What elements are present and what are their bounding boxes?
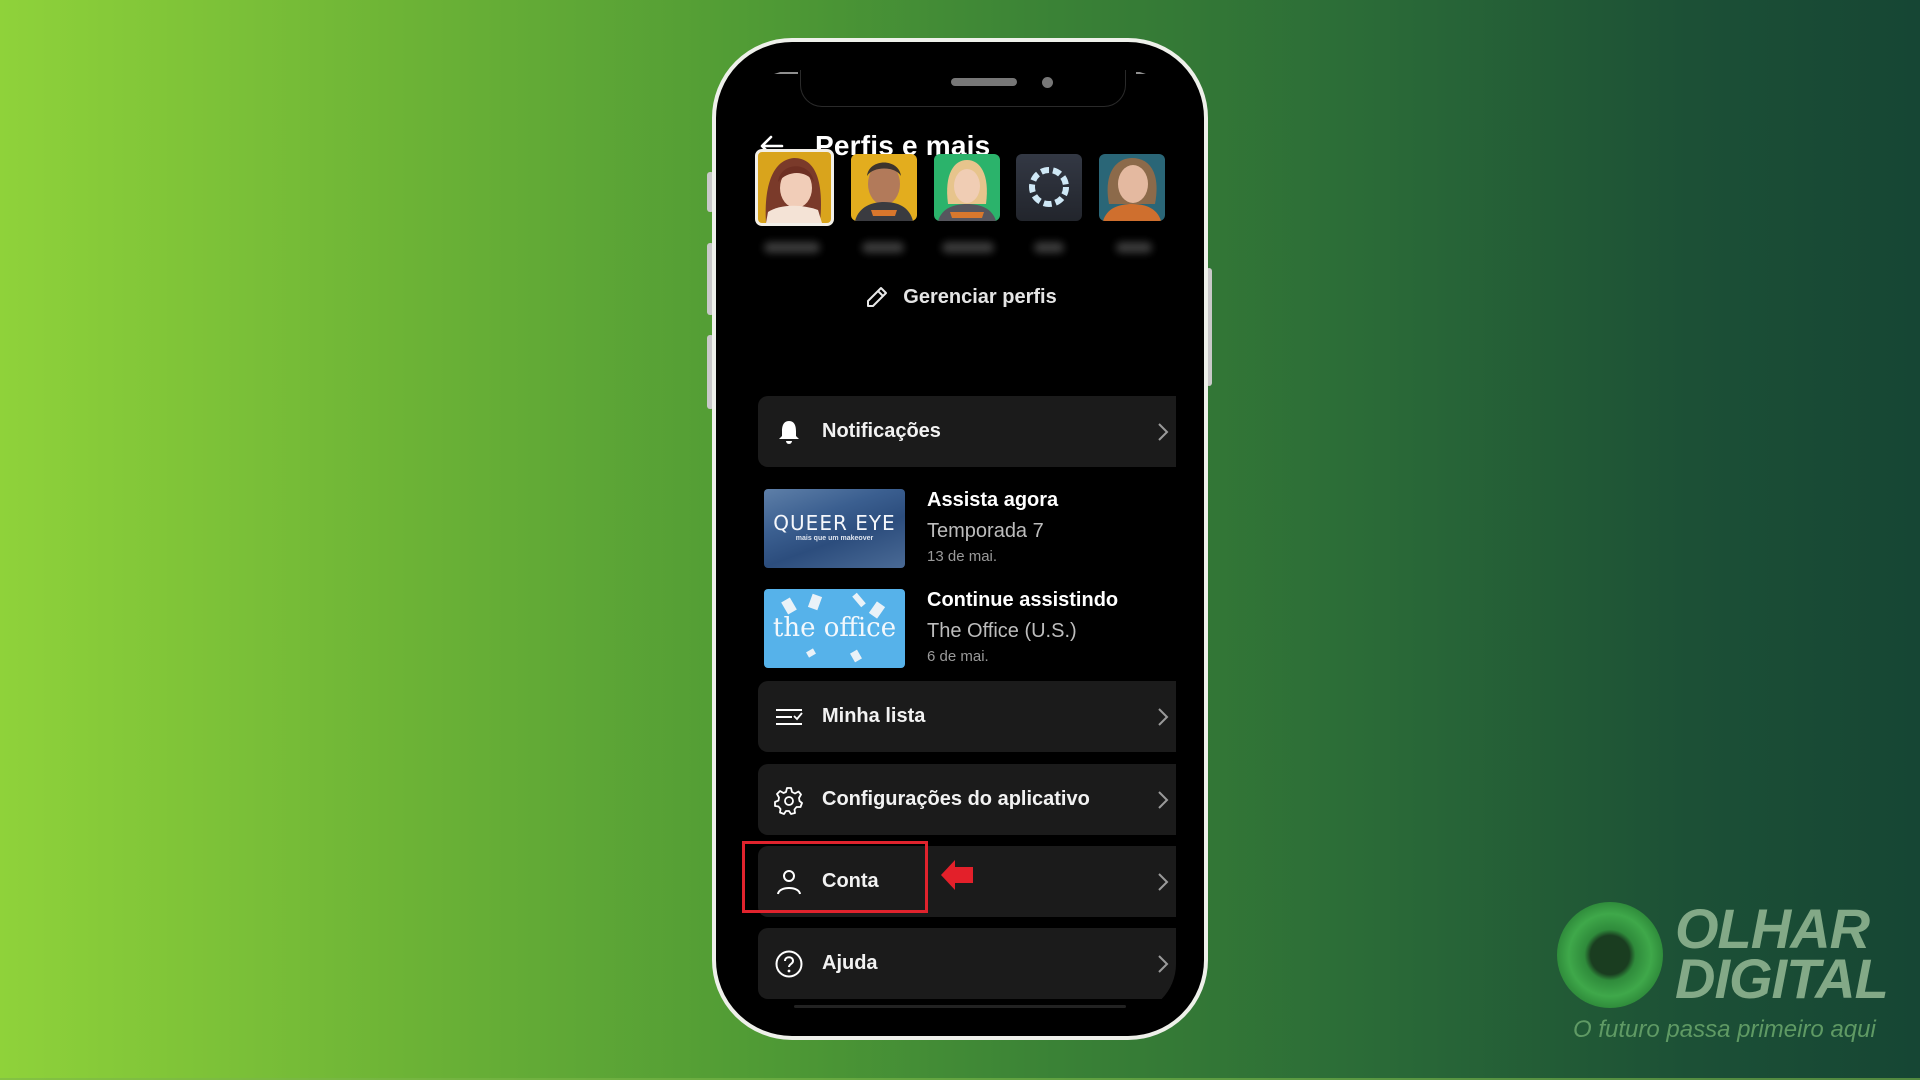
bell-icon	[774, 417, 804, 447]
the-office-thumbnail: the office	[764, 589, 905, 668]
menu-item-help[interactable]: Ajuda	[758, 928, 1176, 999]
notification-item[interactable]: QUEER EYE mais que um makeover Assista a…	[764, 489, 1176, 569]
menu-item-label: Configurações do aplicativo	[822, 788, 1090, 810]
profile-avatar-selected[interactable]	[755, 149, 834, 226]
chevron-right-icon	[1158, 707, 1169, 726]
manage-profiles-button[interactable]: Gerenciar perfis	[744, 280, 1176, 314]
chevron-right-icon	[1158, 872, 1169, 891]
profile-name-blurred	[1034, 242, 1064, 253]
paper-decoration	[781, 597, 797, 615]
chevron-right-icon	[1158, 790, 1169, 809]
profile-selector	[744, 149, 1176, 253]
notification-subtitle: The Office (U.S.)	[927, 620, 1077, 642]
profile-name-blurred	[942, 242, 994, 253]
loading-ring-icon	[1029, 167, 1069, 207]
paper-decoration	[807, 593, 823, 611]
red-pointer-arrow-icon	[941, 860, 973, 890]
paper-decoration	[850, 649, 862, 663]
profile-avatar[interactable]	[1016, 154, 1082, 221]
notification-item[interactable]: the office Continue assistindo The Offic…	[764, 589, 1176, 669]
menu-item-app-settings[interactable]: Configurações do aplicativo	[758, 764, 1176, 835]
queer-eye-thumbnail: QUEER EYE mais que um makeover	[764, 489, 905, 568]
thumbnail-subtitle: mais que um makeover	[795, 535, 874, 542]
menu-item-label: Ajuda	[822, 952, 878, 974]
highlight-box-account	[742, 841, 928, 913]
thumbnail-title: the office	[772, 613, 897, 643]
menu-item-notifications[interactable]: Notificações	[758, 396, 1176, 467]
paper-decoration	[852, 592, 866, 608]
profile-name-blurred	[1116, 242, 1152, 253]
eye-logo-icon	[1557, 902, 1663, 1008]
status-bar-right	[1136, 72, 1176, 74]
list-check-icon	[774, 702, 804, 732]
status-bar-left	[762, 72, 798, 74]
profile-name-blurred	[764, 242, 820, 253]
scroll-edge-divider	[794, 1005, 1126, 1008]
notification-title: Continue assistindo	[927, 589, 1119, 611]
pencil-icon	[867, 287, 888, 307]
speaker-grille	[951, 78, 1017, 86]
profile-portrait-icon	[938, 160, 996, 221]
menu-item-my-list[interactable]: Minha lista	[758, 681, 1176, 752]
profile-name-blurred	[862, 242, 904, 253]
notification-date: 6 de mai.	[927, 648, 989, 665]
notification-subtitle: Temporada 7	[927, 520, 1044, 542]
chevron-right-icon	[1158, 422, 1169, 441]
front-camera	[1042, 77, 1053, 88]
phone-notch	[800, 70, 1126, 107]
logo-wordmark: OLHAR DIGITAL	[1675, 901, 1889, 1010]
manage-profiles-label: Gerenciar perfis	[903, 285, 1057, 308]
question-circle-icon	[774, 949, 804, 979]
notification-date: 13 de mai.	[927, 548, 998, 565]
menu-item-label: Notificações	[822, 420, 941, 442]
profile-portrait-icon	[1103, 158, 1161, 221]
profile-avatar[interactable]	[934, 154, 1000, 221]
profile-avatar[interactable]	[1099, 154, 1165, 221]
profile-portrait-icon	[855, 162, 913, 221]
profile-portrait-icon	[765, 158, 822, 223]
chevron-right-icon	[1158, 954, 1169, 973]
menu-item-label: Minha lista	[822, 705, 926, 727]
logo-tagline: O futuro passa primeiro aqui	[1573, 1016, 1876, 1043]
notification-title: Assista agora	[927, 489, 1059, 511]
logo-line-2: DIGITAL	[1675, 947, 1889, 1010]
gear-icon	[774, 785, 804, 815]
thumbnail-title: QUEER EYE	[773, 511, 896, 535]
paper-decoration	[806, 648, 816, 658]
profile-avatar[interactable]	[851, 154, 917, 221]
olhar-digital-watermark: OLHAR DIGITAL O futuro passa primeiro aq…	[1555, 900, 1915, 1050]
